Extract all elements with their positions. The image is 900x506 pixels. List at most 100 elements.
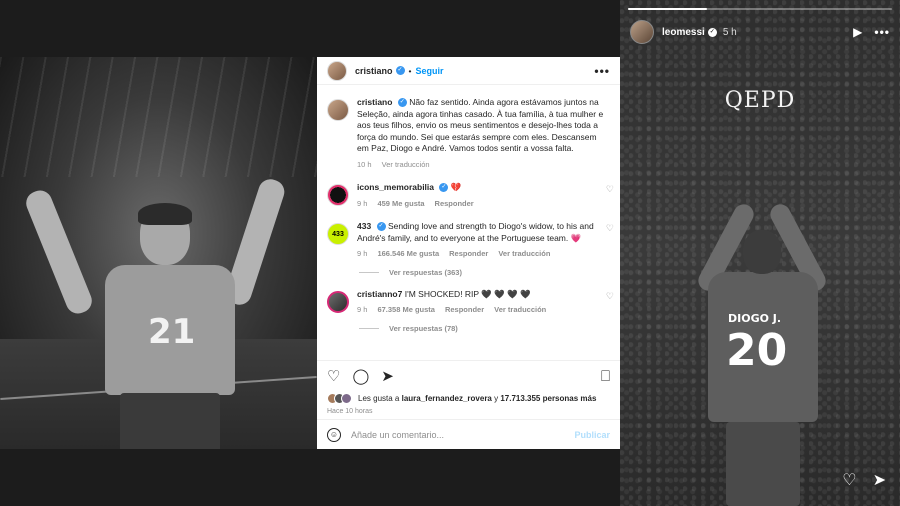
comment-username[interactable]: icons_memorabilia: [357, 182, 434, 192]
likes-count[interactable]: 17.713.355 personas más: [500, 394, 596, 403]
player-hair: [138, 203, 192, 225]
verified-icon: ✓: [395, 66, 405, 75]
story-share-icon[interactable]: ➤: [873, 470, 886, 490]
add-comment-bar: ☺ Añade un comentario... Publicar: [317, 419, 620, 449]
story-shirt-number: 20: [726, 325, 788, 376]
commenter-avatar[interactable]: [327, 184, 349, 206]
caption-avatar[interactable]: [327, 99, 349, 121]
story-player-legs: [726, 422, 800, 506]
caption-body: cristiano ✓ Não faz sentido. Ainda agora…: [357, 97, 607, 170]
post-header: cristiano ✓ • Seguir •••: [317, 57, 620, 85]
comment-body: cristianno7 I'M SHOCKED! RIP 🖤 🖤 🖤 🖤 9 h…: [357, 289, 607, 316]
comment-likes[interactable]: 67.358 Me gusta: [377, 304, 435, 316]
caption-time: 10 h: [357, 159, 372, 169]
story-overlay-text: QEPD: [724, 88, 796, 113]
comment-username[interactable]: cristianno7: [357, 289, 402, 299]
verified-icon: ✓: [439, 183, 449, 193]
comment-item: cristianno7 I'M SHOCKED! RIP 🖤 🖤 🖤 🖤 9 h…: [317, 277, 620, 316]
liker-avatar: [341, 393, 352, 404]
comment-item: icons_memorabilia ✓ 💔 9 h 459 Me gusta R…: [317, 170, 620, 209]
caption-text: Não faz sentido. Ainda agora estávamos j…: [357, 97, 604, 153]
post-time-ago: Hace 10 horas: [327, 408, 373, 415]
comment-like-heart-icon[interactable]: ♡: [606, 223, 614, 234]
replies-line: [359, 271, 379, 273]
caption: cristiano ✓ Não faz sentido. Ainda agora…: [317, 91, 620, 170]
view-replies-label: Ver respuestas (78): [389, 323, 458, 333]
story-more-icon[interactable]: •••: [874, 25, 890, 39]
comment-item: 433 433 ✓ Sending love and strength to D…: [317, 209, 620, 260]
story-viewer[interactable]: leomessi ✓ 5 h ▶ ••• QEPD DIOGO J. 20 ♡ …: [620, 0, 900, 506]
verified-icon: ✓: [397, 98, 407, 108]
comment-meta: 9 h 67.358 Me gusta Responder Ver traduc…: [357, 304, 607, 316]
view-replies-label: Ver respuestas (363): [389, 267, 462, 277]
comment-time: 9 h: [357, 198, 368, 208]
play-icon[interactable]: ▶: [853, 25, 862, 39]
emoji-icon[interactable]: ☺: [327, 427, 341, 442]
story-player-figure: DIOGO J. 20: [694, 200, 830, 506]
comment-time: 9 h: [357, 305, 368, 314]
likes-summary[interactable]: Les gusta a laura_fernandez_rovera y 17.…: [327, 393, 610, 404]
post-photo[interactable]: 21: [0, 57, 317, 449]
comment-body: 433 ✓ Sending love and strength to Diogo…: [357, 221, 607, 260]
comment-text: 💔: [450, 182, 462, 192]
story-header: leomessi ✓ 5 h ▶ •••: [630, 20, 890, 44]
post-actions: ♡ ◯ ➤ ⎕ Les gusta a laura_fernandez_rove…: [317, 360, 620, 415]
publish-button[interactable]: Publicar: [574, 430, 610, 440]
player-shirt-number: 21: [148, 312, 196, 352]
view-replies-button[interactable]: Ver respuestas (78): [317, 316, 620, 333]
more-options-icon[interactable]: •••: [594, 64, 610, 78]
story-player-head: [743, 230, 781, 274]
player-arm-left: [22, 186, 96, 318]
stadium-lights: [0, 57, 317, 177]
reply-button[interactable]: Responder: [445, 304, 484, 316]
likes-prefix: Les gusta a: [358, 394, 400, 403]
story-shirt-name: DIOGO J.: [728, 312, 782, 325]
story-author-avatar[interactable]: [630, 20, 654, 44]
author-username[interactable]: cristiano: [355, 66, 393, 76]
comment-time: 9 h: [357, 249, 368, 258]
comments-list[interactable]: cristiano ✓ Não faz sentido. Ainda agora…: [317, 91, 620, 363]
comment-text: I'M SHOCKED! RIP 🖤 🖤 🖤 🖤: [404, 288, 531, 299]
commenter-avatar[interactable]: [327, 290, 349, 313]
player-shorts: [120, 393, 220, 449]
comment-meta: 9 h 166.546 Me gusta Responder Ver tradu…: [357, 248, 607, 260]
translate-link[interactable]: Ver traducción: [382, 159, 430, 171]
share-paper-plane-icon[interactable]: ➤: [381, 367, 394, 385]
like-heart-icon[interactable]: ♡: [327, 367, 340, 385]
action-icons: ♡ ◯ ➤ ⎕: [327, 367, 610, 386]
story-footer: ♡ ➤: [842, 470, 886, 490]
replies-line: [359, 327, 379, 329]
translate-link[interactable]: Ver traducción: [494, 304, 546, 316]
verified-icon: ✓: [376, 222, 386, 232]
comment-meta: 9 h 459 Me gusta Responder: [357, 198, 607, 210]
follow-button[interactable]: Seguir: [416, 66, 444, 76]
liker-avatars: [327, 393, 352, 404]
story-username[interactable]: leomessi: [662, 27, 705, 38]
comment-input[interactable]: Añade un comentario...: [351, 430, 444, 440]
story-progress-bar: [628, 8, 892, 10]
view-replies-button[interactable]: Ver respuestas (363): [317, 260, 620, 277]
verified-icon: ✓: [707, 27, 717, 37]
comment-bubble-icon[interactable]: ◯: [352, 367, 369, 385]
comment-text: Sending love and strength to Diogo's wid…: [357, 221, 594, 243]
translate-link[interactable]: Ver traducción: [498, 248, 550, 260]
caption-username[interactable]: cristiano: [357, 97, 392, 107]
likes-and: y: [494, 394, 499, 403]
commenter-avatar[interactable]: 433: [327, 223, 349, 245]
comment-like-heart-icon[interactable]: ♡: [606, 184, 614, 195]
story-progress-fill: [628, 8, 708, 10]
comment-likes[interactable]: 459 Me gusta: [377, 198, 424, 210]
separator-dot: •: [408, 65, 412, 76]
reply-button[interactable]: Responder: [449, 248, 488, 260]
save-bookmark-icon[interactable]: ⎕: [601, 368, 610, 385]
comment-username[interactable]: 433: [357, 221, 371, 231]
reply-button[interactable]: Responder: [435, 198, 474, 210]
post-panel: cristiano ✓ • Seguir ••• cristiano ✓ Não…: [317, 57, 620, 449]
author-avatar[interactable]: [327, 60, 347, 81]
comment-likes[interactable]: 166.546 Me gusta: [377, 248, 439, 260]
likes-user[interactable]: laura_fernandez_rovera: [402, 394, 492, 403]
comment-like-heart-icon[interactable]: ♡: [606, 291, 614, 302]
caption-meta: 10 h Ver traducción: [357, 159, 607, 171]
story-like-heart-icon[interactable]: ♡: [842, 470, 856, 490]
player-figure: 21: [100, 203, 240, 449]
